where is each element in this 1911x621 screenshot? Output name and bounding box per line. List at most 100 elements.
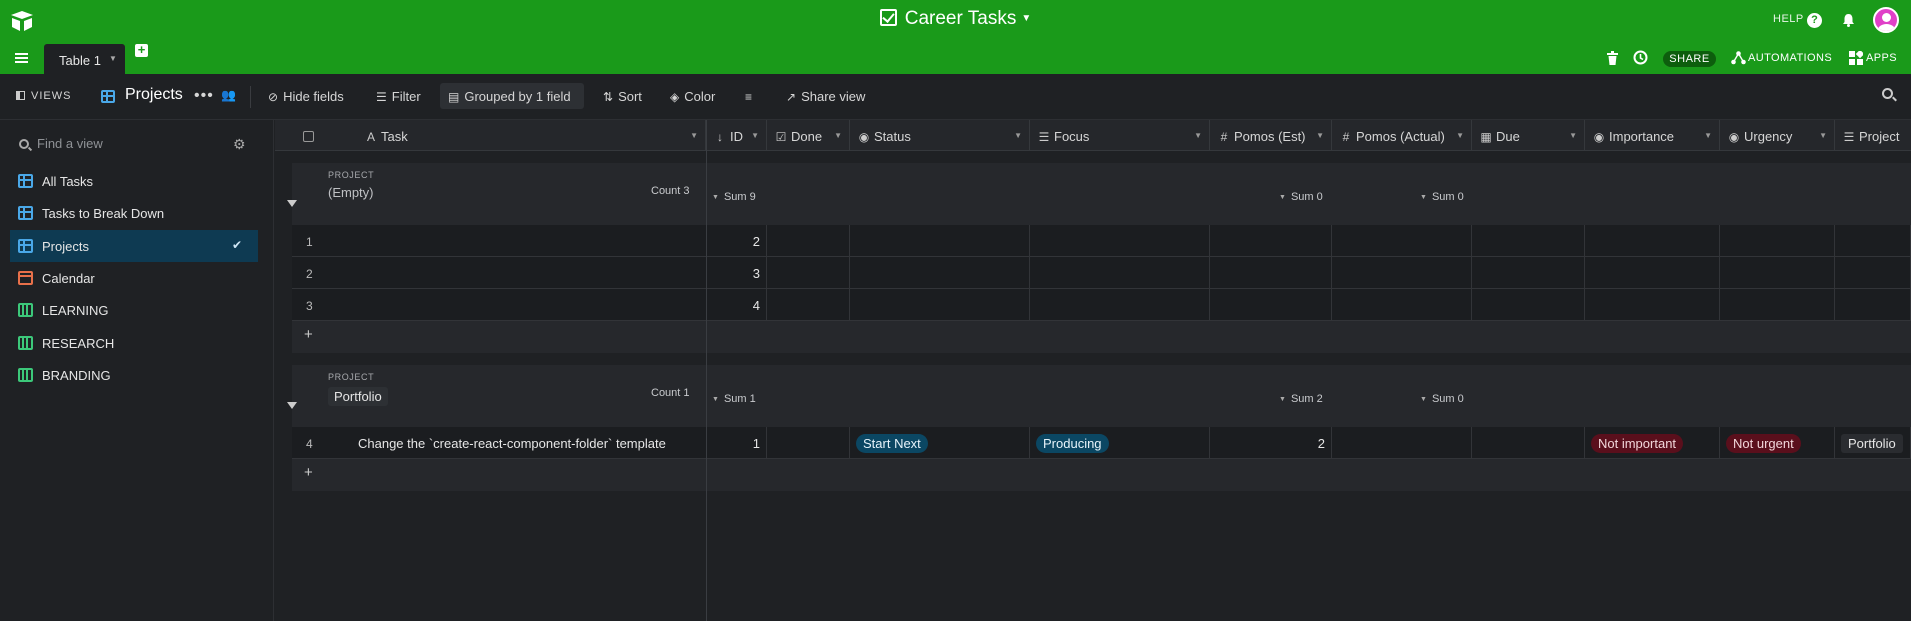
color-button[interactable]: ◈ Color (670, 89, 715, 104)
focus-column-header[interactable]: ☰ Focus ▼ (1030, 120, 1210, 151)
apps-icon[interactable] (1849, 51, 1863, 65)
help-icon[interactable]: ? (1807, 13, 1822, 28)
collaborators-icon[interactable]: 👥 (221, 88, 236, 102)
more-options-icon[interactable]: ••• (194, 87, 214, 105)
actual-cell[interactable] (1332, 225, 1472, 257)
table-row[interactable]: 4 Change the `create-react-component-fold… (292, 427, 1911, 459)
focus-cell[interactable]: Producing (1030, 427, 1210, 459)
task-cell[interactable]: 1 (292, 225, 706, 257)
base-title[interactable]: Career Tasks ▼ (0, 8, 1911, 30)
hamburger-menu-icon[interactable] (15, 53, 28, 63)
due-column-header[interactable]: ▦ Due ▼ (1472, 120, 1585, 151)
select-all-checkbox[interactable] (303, 131, 314, 142)
chevron-down-icon[interactable]: ▼ (1316, 131, 1324, 140)
done-cell[interactable] (767, 257, 850, 289)
task-cell[interactable]: 2 (292, 257, 706, 289)
filter-button[interactable]: ☰ Filter (376, 89, 421, 104)
share-button[interactable]: SHARE (1663, 51, 1716, 67)
collapse-group-icon[interactable] (287, 200, 297, 207)
group-summary-sum-actual[interactable]: ▼ Sum 0 (1420, 191, 1464, 203)
add-table-icon[interactable]: + (135, 43, 148, 57)
done-column-header[interactable]: ☑ Done ▼ (767, 120, 850, 151)
focus-cell[interactable] (1030, 257, 1210, 289)
due-cell[interactable] (1472, 289, 1585, 321)
urgency-column-header[interactable]: ◉ Urgency ▼ (1720, 120, 1835, 151)
done-cell[interactable] (767, 289, 850, 321)
due-cell[interactable] (1472, 225, 1585, 257)
tab-table-1[interactable]: Table 1 ▼ (44, 44, 125, 74)
sidebar-item-projects[interactable]: Projects ✔ (10, 229, 258, 262)
project-column-header[interactable]: ☰ Project (1835, 120, 1911, 151)
sort-button[interactable]: ⇅ Sort (603, 89, 642, 104)
add-record-button[interactable]: + (304, 464, 313, 481)
group-summary-sum-id[interactable]: ▼ Sum 9 (712, 191, 756, 203)
id-cell[interactable]: 3 (706, 257, 767, 289)
actual-cell[interactable] (1332, 427, 1472, 459)
due-cell[interactable] (1472, 257, 1585, 289)
status-column-header[interactable]: ◉ Status ▼ (850, 120, 1030, 151)
user-avatar[interactable] (1873, 7, 1899, 33)
group-summary-sum-est[interactable]: ▼ Sum 2 (1279, 393, 1323, 405)
sidebar-item-branding[interactable]: BRANDING (10, 359, 258, 391)
est-cell[interactable] (1210, 225, 1332, 257)
urgency-cell[interactable]: Not urgent (1720, 427, 1835, 459)
group-button[interactable]: ▤ Grouped by 1 field (448, 89, 571, 104)
current-view-name[interactable]: Projects (125, 86, 183, 104)
actual-cell[interactable] (1332, 257, 1472, 289)
focus-cell[interactable] (1030, 225, 1210, 257)
pomos-actual-column-header[interactable]: # Pomos (Actual) ▼ (1332, 120, 1472, 151)
automations-icon[interactable] (1731, 51, 1746, 65)
chevron-down-icon[interactable]: ▼ (1014, 131, 1022, 140)
history-icon[interactable] (1633, 50, 1648, 65)
chevron-down-icon[interactable]: ▼ (834, 131, 842, 140)
project-cell[interactable] (1835, 289, 1911, 321)
actual-cell[interactable] (1332, 289, 1472, 321)
row-height-button[interactable]: ≡ (745, 89, 757, 104)
status-cell[interactable] (850, 225, 1030, 257)
group-summary-sum-est[interactable]: ▼ Sum 0 (1279, 191, 1323, 203)
status-cell[interactable]: Start Next (850, 427, 1030, 459)
urgency-cell[interactable] (1720, 257, 1835, 289)
status-cell[interactable] (850, 289, 1030, 321)
est-cell[interactable] (1210, 289, 1332, 321)
chevron-down-icon[interactable]: ▼ (751, 131, 759, 140)
importance-column-header[interactable]: ◉ Importance ▼ (1585, 120, 1720, 151)
id-cell[interactable]: 4 (706, 289, 767, 321)
gear-icon[interactable]: ⚙ (233, 136, 246, 153)
sidebar-item-learning[interactable]: LEARNING (10, 294, 258, 326)
hide-fields-button[interactable]: ⊘ Hide fields (268, 89, 344, 104)
project-cell[interactable] (1835, 225, 1911, 257)
importance-cell[interactable]: Not important (1585, 427, 1720, 459)
chevron-down-icon[interactable]: ▼ (1569, 131, 1577, 140)
chevron-down-icon[interactable]: ▼ (1704, 131, 1712, 140)
importance-cell[interactable] (1585, 225, 1720, 257)
table-row[interactable]: 34 (292, 289, 1911, 321)
importance-cell[interactable] (1585, 257, 1720, 289)
trash-icon[interactable] (1607, 51, 1618, 65)
importance-cell[interactable] (1585, 289, 1720, 321)
help-link[interactable]: HELP (1773, 13, 1804, 25)
group-summary-sum-id[interactable]: ▼ Sum 1 (712, 393, 756, 405)
chevron-down-icon[interactable]: ▼ (1819, 131, 1827, 140)
done-cell[interactable] (767, 225, 850, 257)
done-cell[interactable] (767, 427, 850, 459)
project-cell[interactable] (1835, 257, 1911, 289)
add-record-button[interactable]: + (304, 326, 313, 343)
est-cell[interactable] (1210, 257, 1332, 289)
share-view-button[interactable]: ↗ Share view (786, 89, 865, 104)
pomos-est-column-header[interactable]: # Pomos (Est) ▼ (1210, 120, 1332, 151)
sidebar-item-tasks-to-break-down[interactable]: Tasks to Break Down (10, 197, 258, 229)
chevron-down-icon[interactable]: ▼ (1194, 131, 1202, 140)
sidebar-item-calendar[interactable]: Calendar (10, 262, 258, 294)
id-cell[interactable]: 1 (706, 427, 767, 459)
id-column-header[interactable]: ↓ ID ▼ (706, 120, 767, 151)
task-cell[interactable]: 4 Change the `create-react-component-fold… (292, 427, 706, 459)
est-cell[interactable]: 2 (1210, 427, 1332, 459)
chevron-down-icon[interactable]: ▼ (1456, 131, 1464, 140)
search-icon[interactable] (1882, 88, 1893, 99)
task-cell[interactable]: 3 (292, 289, 706, 321)
task-column-header[interactable]: A Task ▼ (275, 120, 706, 151)
collapse-group-icon[interactable] (287, 402, 297, 409)
apps-button[interactable]: APPS (1866, 52, 1897, 64)
views-toggle[interactable]: VIEWS (16, 90, 71, 102)
